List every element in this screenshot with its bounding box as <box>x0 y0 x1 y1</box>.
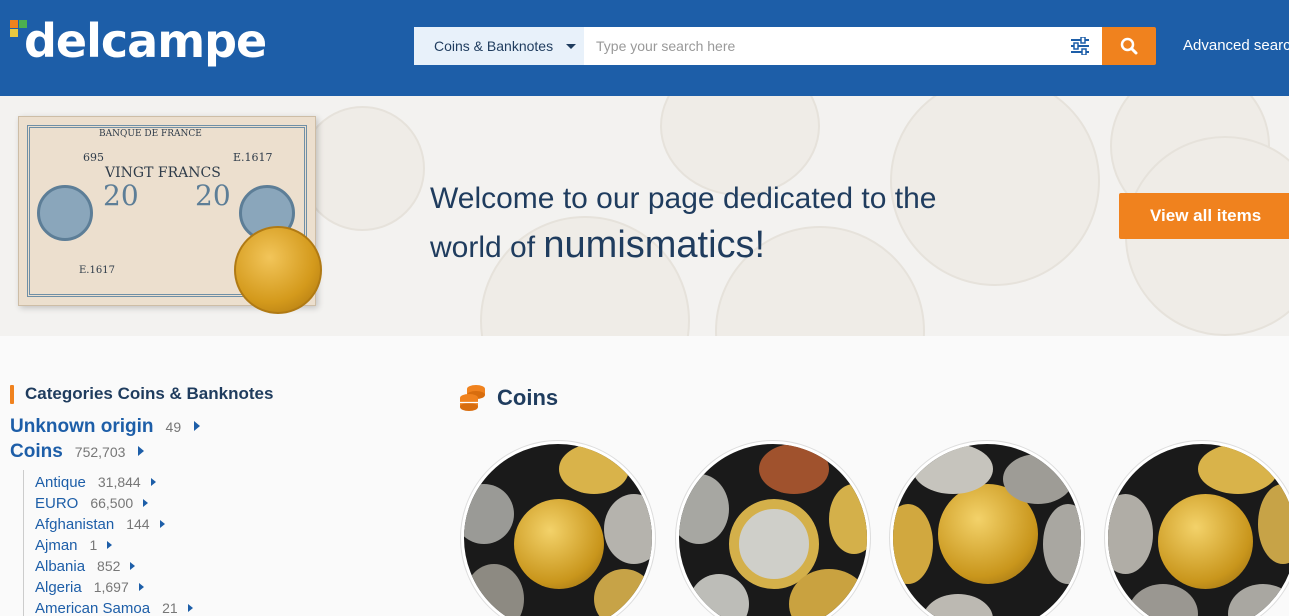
welcome-highlight: numismatics <box>543 224 755 266</box>
note-value-right: 20 <box>195 179 231 212</box>
note-emblem <box>37 185 93 241</box>
subcategory-item[interactable]: Afghanistan 144 <box>35 516 165 533</box>
caret-right-icon[interactable] <box>138 583 144 591</box>
subcategory-item[interactable]: Algeria 1,697 <box>35 579 144 596</box>
caret-right-icon[interactable] <box>143 499 149 507</box>
search-icon <box>1120 37 1138 55</box>
coin-category-card[interactable] <box>890 441 1084 616</box>
coin-category-card[interactable] <box>676 441 870 616</box>
subcategory-count: 1 <box>89 537 98 553</box>
coin-category-card[interactable] <box>461 441 655 616</box>
subcategory-divider <box>23 470 24 616</box>
subcategory-label[interactable]: EURO <box>35 495 78 512</box>
category-label[interactable]: Unknown origin <box>10 416 154 438</box>
note-bank: BANQUE DE FRANCE <box>99 129 202 139</box>
categories-title: Categories Coins & Banknotes <box>25 384 274 403</box>
gold-coin-image <box>234 226 322 314</box>
view-all-items-button[interactable]: View all items <box>1119 193 1289 239</box>
welcome-heading: Welcome to our page dedicated to the wor… <box>430 176 990 271</box>
caret-right-icon[interactable] <box>107 541 113 549</box>
caret-right-icon[interactable] <box>194 421 201 431</box>
welcome-line2: world of <box>430 231 544 264</box>
subcategory-item[interactable]: EURO 66,500 <box>35 495 149 512</box>
note-value-left: 20 <box>103 179 139 212</box>
category-unknown-origin[interactable]: Unknown origin 49 <box>10 416 201 438</box>
caret-right-icon[interactable] <box>138 446 145 456</box>
subcategory-label[interactable]: Algeria <box>35 579 82 596</box>
subcategory-count: 21 <box>162 600 178 616</box>
subcategory-label[interactable]: Antique <box>35 474 86 491</box>
hero-banner: BANQUE DE FRANCE 695 E.1617 VINGT FRANCS… <box>0 96 1289 336</box>
site-header: delcampe Coins & Banknotes Advanced sear… <box>0 0 1289 96</box>
search-category-select[interactable]: Coins & Banknotes <box>414 27 584 65</box>
subcategory-label[interactable]: American Samoa <box>35 600 150 616</box>
subcategory-label[interactable]: Albania <box>35 558 85 575</box>
subcategory-label[interactable]: Ajman <box>35 537 78 554</box>
category-count: 49 <box>165 419 182 435</box>
subcategory-item[interactable]: Antique 31,844 <box>35 474 156 491</box>
subcategory-count: 66,500 <box>90 495 134 511</box>
search-bar: Coins & Banknotes <box>414 27 1156 65</box>
note-serial-bottom: E.1617 <box>79 265 115 276</box>
caret-right-icon[interactable] <box>187 604 193 612</box>
caret-right-icon[interactable] <box>150 478 156 486</box>
logo-text: delcampe <box>24 14 267 68</box>
note-serial: E.1617 <box>233 151 273 164</box>
subcategory-item[interactable]: Ajman 1 <box>35 537 113 554</box>
subcategory-count: 144 <box>126 516 150 532</box>
bg-coin <box>300 106 425 231</box>
search-input[interactable] <box>584 27 1102 65</box>
caret-right-icon[interactable] <box>159 520 165 528</box>
subcategory-count: 1,697 <box>93 579 129 595</box>
chevron-down-icon <box>566 44 576 49</box>
note-number: 695 <box>83 151 104 164</box>
advanced-search-link[interactable]: Advanced search <box>1183 37 1289 54</box>
coins-section-title: Coins <box>497 385 559 410</box>
delcampe-logo[interactable]: delcampe <box>10 14 267 74</box>
coin-stack-icon <box>460 385 485 411</box>
subcategory-count: 31,844 <box>97 474 141 490</box>
coin-category-card[interactable] <box>1105 441 1289 616</box>
welcome-exclaim: ! <box>754 224 766 266</box>
welcome-line1: Welcome to our page dedicated to the <box>430 182 937 215</box>
logo-mark-icon <box>10 20 30 40</box>
filter-sliders-icon[interactable] <box>1070 37 1090 55</box>
subcategory-item[interactable]: Albania 852 <box>35 558 136 575</box>
category-coins[interactable]: Coins 752,703 <box>10 441 145 463</box>
subcategory-item[interactable]: American Samoa 21 <box>35 600 193 616</box>
category-label[interactable]: Coins <box>10 441 63 463</box>
coins-section-heading: Coins <box>459 384 558 412</box>
subcategory-label[interactable]: Afghanistan <box>35 516 114 533</box>
caret-right-icon[interactable] <box>130 562 136 570</box>
category-count: 752,703 <box>74 444 126 460</box>
subcategory-count: 852 <box>97 558 121 574</box>
search-button[interactable] <box>1102 27 1156 65</box>
search-category-label: Coins & Banknotes <box>434 38 554 54</box>
categories-heading: Categories Coins & Banknotes <box>10 384 273 404</box>
